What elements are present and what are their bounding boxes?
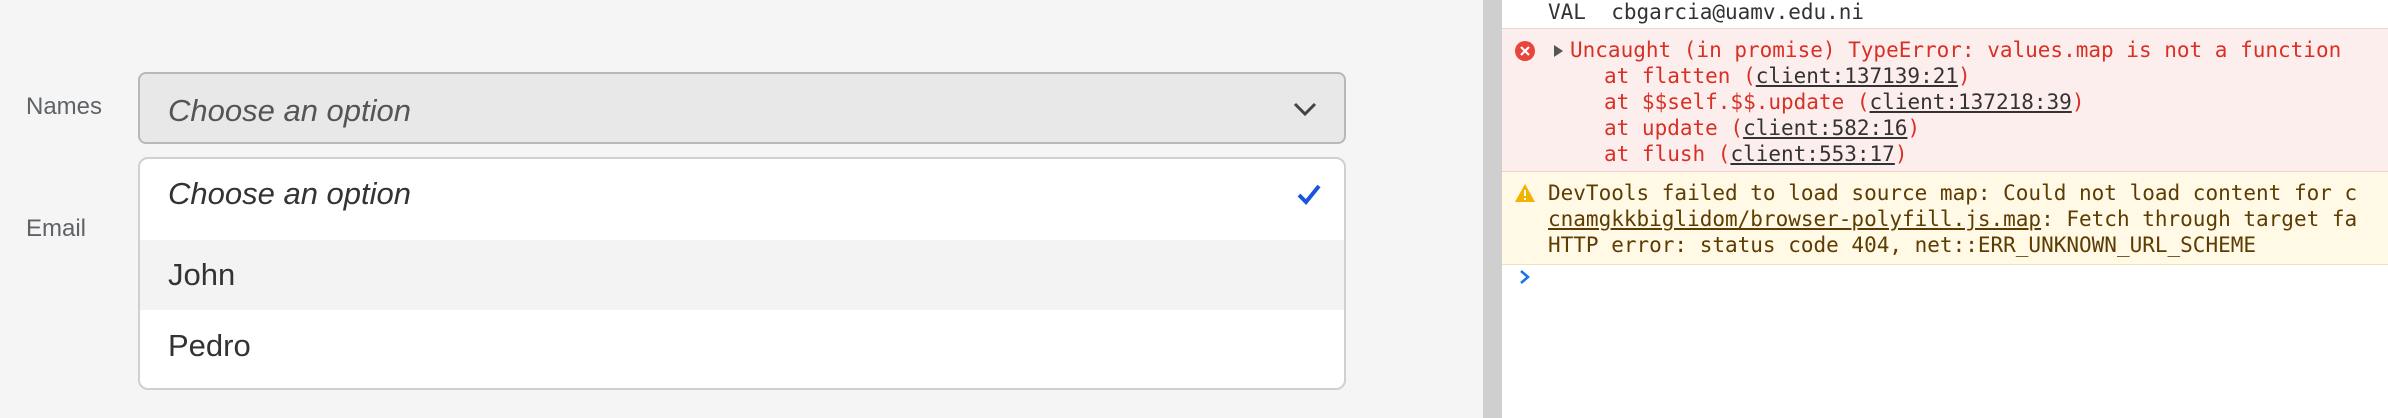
option-label: Choose an option <box>168 176 412 211</box>
console-error-message: Uncaught (in promise) TypeError: values.… <box>1502 28 2388 172</box>
stack-line: at flush (client:553:17) <box>1604 142 1908 166</box>
panel-resizer[interactable] <box>1483 0 1502 418</box>
source-link[interactable]: client:137139:21 <box>1756 64 1958 88</box>
names-select[interactable]: Choose an option <box>138 72 1346 144</box>
console-prompt-chevron-icon[interactable] <box>1516 268 1534 286</box>
option-pedro[interactable]: Pedro <box>140 311 1344 381</box>
warning-text: DevTools failed to load source map: Coul… <box>1548 181 2358 205</box>
app-pane: Names Choose an option Email Choose an o… <box>0 0 1483 418</box>
chevron-down-icon <box>1293 102 1317 117</box>
expand-triangle-icon[interactable] <box>1554 45 1563 57</box>
names-label: Names <box>26 93 103 120</box>
email-label: Email <box>26 215 87 242</box>
warning-text: HTTP error: status code 404, net::ERR_UN… <box>1548 233 2257 257</box>
devtools-console: VAL cbgarcia@uamv.edu.ni Uncaught (in pr… <box>1502 0 2388 418</box>
source-link[interactable]: client:553:17 <box>1730 142 1894 166</box>
warning-icon <box>1515 184 1535 202</box>
error-icon <box>1515 41 1535 61</box>
source-link[interactable]: client:137218:39 <box>1870 90 2072 114</box>
console-log-line: VAL cbgarcia@uamv.edu.ni <box>1548 0 1865 24</box>
option-john[interactable]: John <box>140 240 1344 310</box>
stack-line: at flatten (client:137139:21) <box>1604 64 1971 88</box>
option-label: John <box>168 257 236 292</box>
error-text: Uncaught (in promise) TypeError: values.… <box>1570 38 2342 62</box>
stack-line: at $$self.$$.update (client:137218:39) <box>1604 90 2085 114</box>
select-current-value: Choose an option <box>168 93 412 128</box>
console-warning-message: DevTools failed to load source map: Coul… <box>1502 172 2388 265</box>
source-map-link[interactable]: cnamgkkbiglidom/browser-polyfill.js.map <box>1548 207 2041 231</box>
source-link[interactable]: client:582:16 <box>1743 116 1907 140</box>
names-dropdown-menu: Choose an option John Pedro <box>138 157 1346 390</box>
stack-line: at update (client:582:16) <box>1604 116 1921 140</box>
checkmark-icon <box>1297 184 1321 205</box>
option-label: Pedro <box>168 328 251 363</box>
warning-text: cnamgkkbiglidom/browser-polyfill.js.map:… <box>1548 207 2358 231</box>
option-choose[interactable]: Choose an option <box>140 159 1344 229</box>
